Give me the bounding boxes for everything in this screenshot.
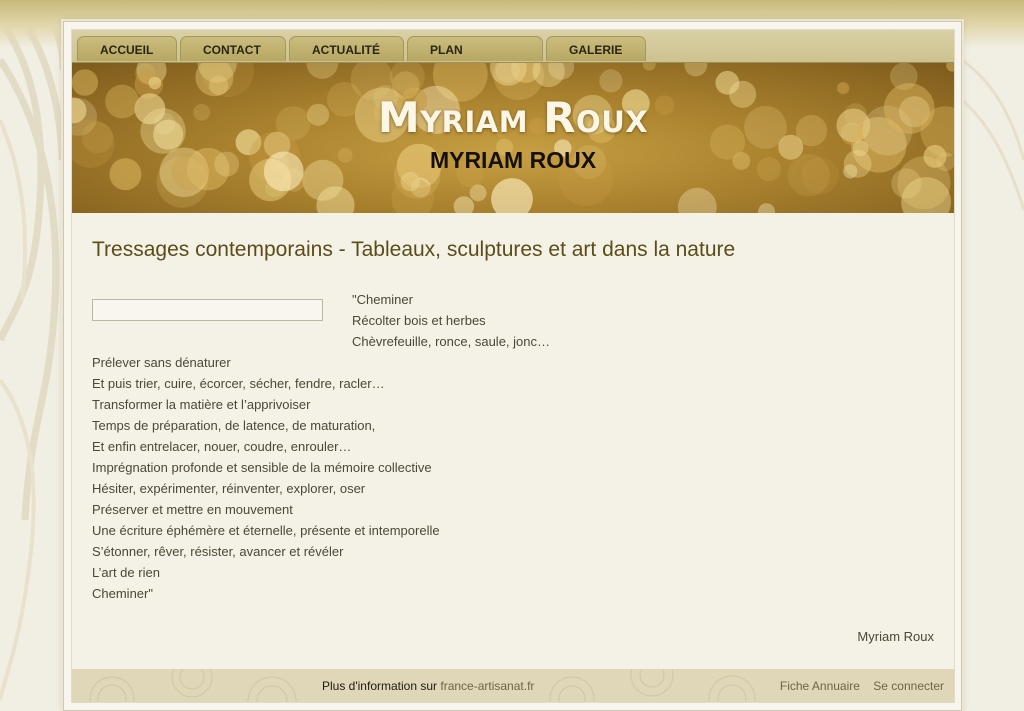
poem-body: Prélever sans dénaturer Et puis trier, c… (92, 354, 440, 606)
poem-line: Préserver et mettre en mouvement (92, 502, 293, 517)
poem-line: Hésiter, expérimenter, réinventer, explo… (92, 481, 366, 496)
poem-line: Une écriture éphémère et éternelle, prés… (92, 523, 440, 538)
poem-line: Transformer la matière et l’apprivoiser (92, 397, 311, 412)
main-navigation: Accueil Contact Actualité Plan Galerie (72, 30, 954, 63)
author-signature: Myriam Roux (857, 629, 934, 644)
text-input-box[interactable] (92, 299, 323, 321)
nav-item-accueil[interactable]: Accueil (77, 36, 177, 61)
footer-info-text: Plus d'information sur (322, 679, 438, 693)
poem-line: Prélever sans dénaturer (92, 355, 231, 370)
page-frame: Accueil Contact Actualité Plan Galerie M… (63, 21, 962, 711)
poem-line: Récolter bois et herbes (352, 313, 486, 328)
header-banner: Myriam Roux MYRIAM ROUX (72, 63, 954, 213)
poem-line: "Cheminer (352, 292, 413, 307)
page-container: Accueil Contact Actualité Plan Galerie M… (71, 29, 955, 703)
poem-line: S’étonner, rêver, résister, avancer et r… (92, 544, 344, 559)
footer: Plus d'information sur france-artisanat.… (72, 669, 954, 702)
site-subtitle: MYRIAM ROUX (429, 147, 597, 173)
se-connecter-link[interactable]: Se connecter (873, 679, 944, 693)
site-title: Myriam Roux (377, 93, 649, 142)
poem-line: L’art de rien (92, 565, 160, 580)
nav-item-actualite[interactable]: Actualité (289, 36, 404, 61)
poem-line: Imprégnation profonde et sensible de la … (92, 460, 432, 475)
poem-line: Temps de préparation, de latence, de mat… (92, 418, 376, 433)
nav-item-plan[interactable]: Plan (407, 36, 543, 61)
footer-info: Plus d'information sur france-artisanat.… (322, 679, 534, 693)
nav-item-galerie[interactable]: Galerie (546, 36, 646, 61)
poem-top-block: "Cheminer Récolter bois et herbes Chèvre… (352, 291, 550, 354)
france-artisanat-link[interactable]: france-artisanat.fr (440, 679, 534, 693)
poem-line: Chèvrefeuille, ronce, saule, jonc… (352, 334, 550, 349)
poem-line: Et enfin entrelacer, nouer, coudre, enro… (92, 439, 352, 454)
fiche-annuaire-link[interactable]: Fiche Annuaire (780, 679, 860, 693)
footer-links: Fiche Annuaire Se connecter (770, 679, 944, 693)
poem-line: Cheminer" (92, 586, 153, 601)
poem-line: Et puis trier, cuire, écorcer, sécher, f… (92, 376, 385, 391)
page-title: Tressages contemporains - Tableaux, scul… (92, 238, 736, 261)
nav-item-contact[interactable]: Contact (180, 36, 286, 61)
